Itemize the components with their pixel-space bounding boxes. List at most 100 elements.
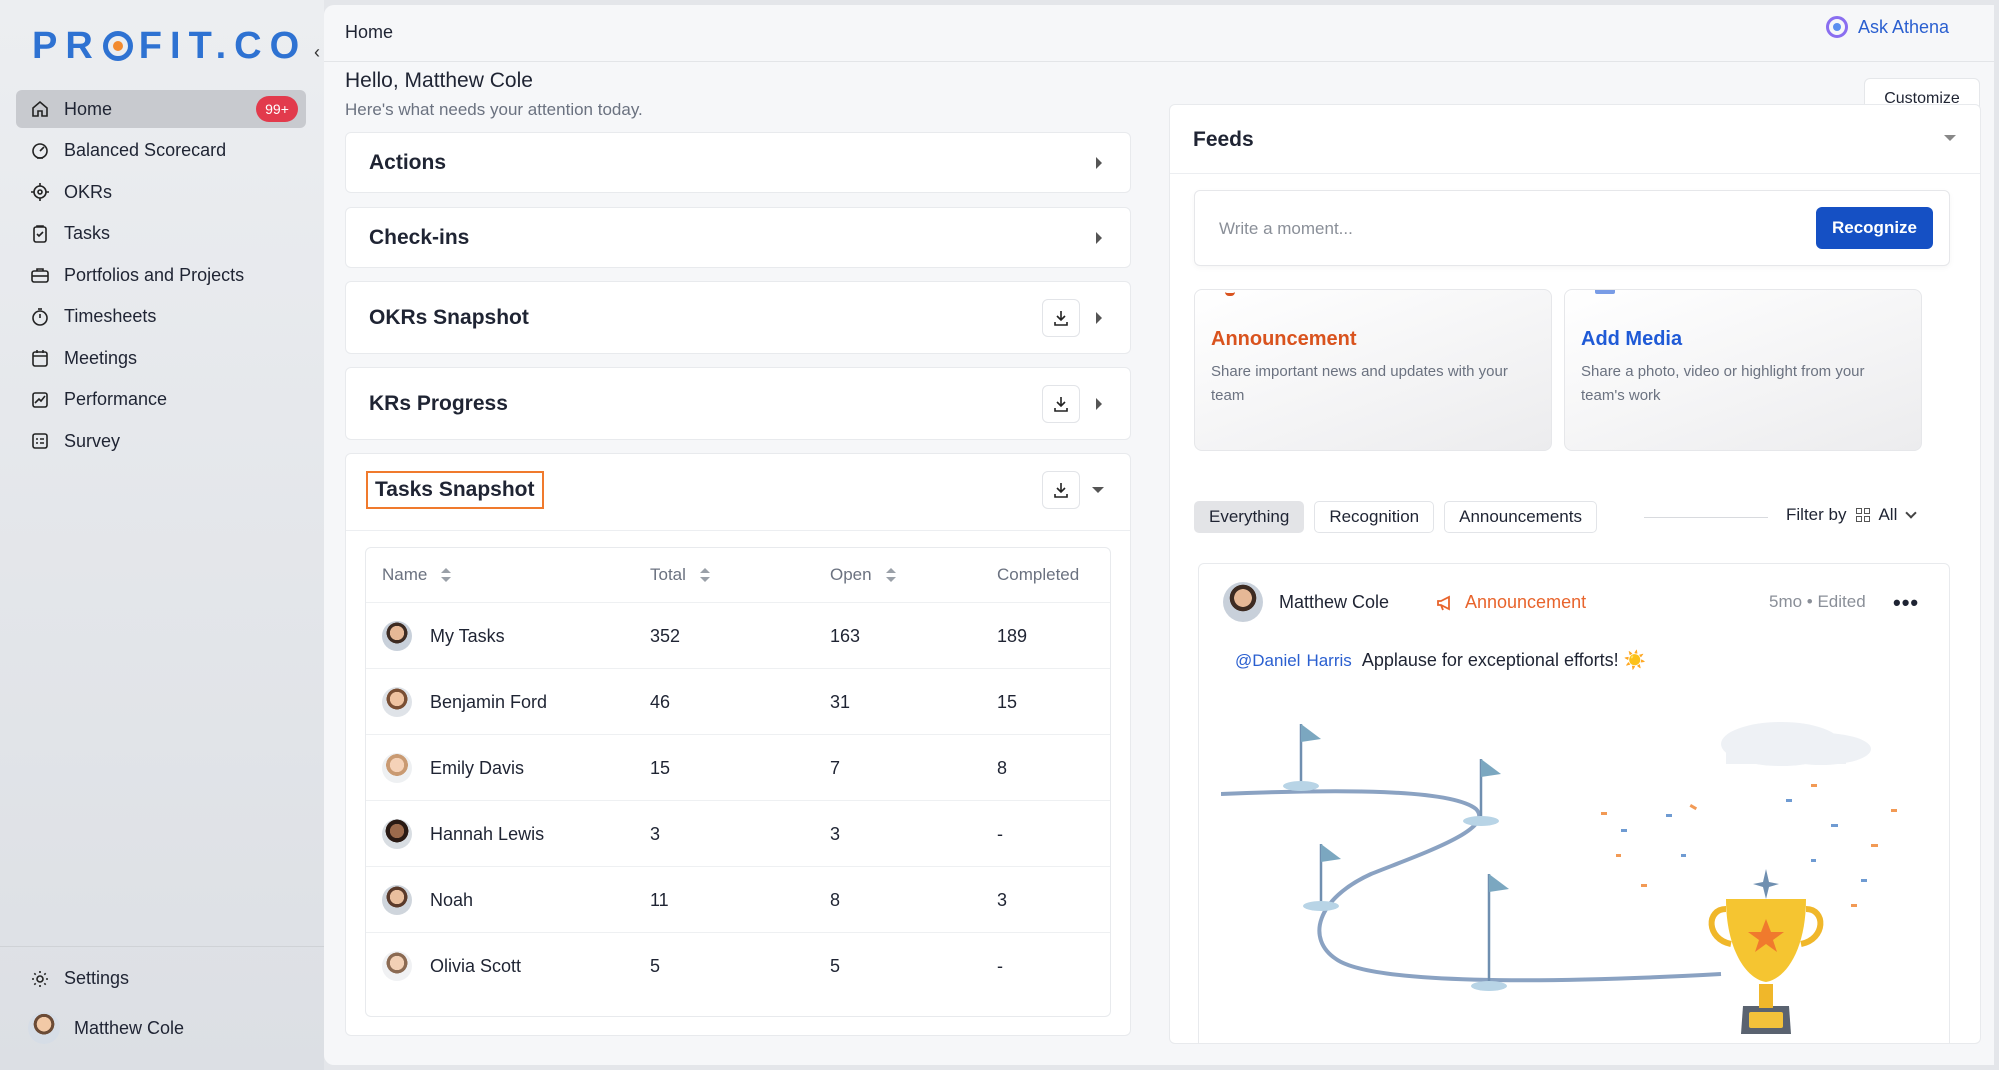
sidebar-item-home[interactable]: Home 99+ [16,90,306,128]
expand-caret-icon[interactable] [1096,398,1102,410]
expand-caret-icon[interactable] [1096,157,1102,169]
settings-link[interactable]: Settings [30,968,129,989]
row-completed: 3 [997,889,1008,910]
sidebar-item-okrs[interactable]: OKRs [16,173,306,211]
krs-progress-card[interactable]: KRs Progress [345,367,1131,440]
okrs-snapshot-card[interactable]: OKRs Snapshot [345,281,1131,354]
notification-badge: 99+ [256,96,298,122]
logo-text-right: FIT.CO [138,24,308,67]
card-divider [346,530,1130,531]
filter-label: Filter by [1786,505,1847,524]
sort-icon[interactable] [699,568,710,582]
ask-athena-button[interactable]: Ask Athena [1826,16,1949,38]
breadcrumb[interactable]: Home [345,22,393,43]
actions-title: Actions [369,151,447,174]
sidebar-item-portfolios[interactable]: Portfolios and Projects [16,256,306,294]
mention-link[interactable]: Harris [1306,651,1351,670]
column-label: Completed [997,565,1080,584]
tasks-snapshot-card: Tasks Snapshot Name Total Open Completed… [345,453,1131,1036]
add-media-card-title: Add Media [1581,328,1683,350]
add-media-card-desc: Share a photo, video or highlight from y… [1581,363,1865,404]
avatar [28,1012,60,1044]
column-header-name[interactable]: Name [382,548,452,602]
download-button[interactable] [1042,299,1080,337]
actions-card[interactable]: Actions [345,132,1131,193]
row-name: Olivia Scott [430,955,522,976]
okrs-snapshot-title: OKRs Snapshot [369,306,529,329]
checkins-card[interactable]: Check-ins [345,207,1131,268]
clipboard-icon [30,224,50,244]
sidebar-item-balanced-scorecard[interactable]: Balanced Scorecard [16,132,306,170]
tab-everything[interactable]: Everything [1194,501,1305,533]
checklist-icon [30,431,50,451]
column-header-open[interactable]: Open [830,548,896,602]
expand-caret-icon[interactable] [1096,312,1102,324]
row-open: 5 [830,955,841,976]
post-author[interactable]: Matthew Cole [1279,592,1389,613]
logo-text-left: PR [32,24,101,67]
profitco-logo[interactable]: PR FIT.CO [32,24,308,67]
row-total: 46 [650,691,671,712]
sort-icon[interactable] [885,568,896,582]
add-media-card[interactable]: Add Media Share a photo, video or highli… [1564,289,1922,451]
column-header-completed: Completed [997,548,1079,602]
megaphone-icon [1225,290,1235,296]
row-name: Hannah Lewis [430,823,545,844]
row-open: 163 [830,625,861,646]
column-header-total[interactable]: Total [650,548,710,602]
scorecard-icon [30,141,50,161]
row-total: 11 [650,889,669,910]
download-icon [1054,311,1068,326]
recognize-button[interactable]: Recognize [1816,207,1933,249]
download-button[interactable] [1042,471,1080,509]
row-open: 7 [830,757,841,778]
avatar[interactable] [1223,582,1263,622]
sidebar-nav: Home 99+ Balanced Scorecard OKRs Tasks P… [16,90,306,464]
row-name: Emily Davis [430,757,525,778]
collapse-caret-icon[interactable] [1944,135,1956,141]
sidebar-item-survey[interactable]: Survey [16,422,306,460]
athena-icon [1826,16,1848,38]
post-timestamp: 5mo • Edited [1769,592,1866,611]
user-profile[interactable]: Matthew Cole [28,1012,184,1044]
sidebar-item-label: Home [64,98,113,119]
announcement-card[interactable]: Announcement Share important news and up… [1194,289,1552,451]
table-row[interactable]: My Tasks 352 163 189 [366,602,1110,668]
mention-link[interactable]: @Daniel [1235,651,1300,670]
table-row[interactable]: Noah 11 8 3 [366,866,1110,932]
stopwatch-icon [30,307,50,327]
gear-icon [30,969,50,989]
sidebar-item-label: Survey [64,430,121,451]
download-icon [1054,483,1068,498]
filter-dropdown[interactable]: Filter by All [1786,505,1918,525]
sidebar-item-meetings[interactable]: Meetings [16,339,306,377]
collapse-sidebar-icon[interactable]: ‹ [314,42,320,63]
sidebar-item-timesheets[interactable]: Timesheets [16,298,306,336]
more-options-icon[interactable]: ••• [1893,590,1919,616]
sidebar-item-label: Performance [64,389,168,409]
expand-caret-icon[interactable] [1096,232,1102,244]
sidebar-item-label: Portfolios and Projects [64,264,245,285]
sidebar-item-performance[interactable]: Performance [16,381,306,419]
row-name: Noah [430,889,474,910]
write-moment-input[interactable] [1195,191,1785,267]
post-text: @Daniel Harris Applause for exceptional e… [1235,650,1646,671]
table-row[interactable]: Benjamin Ford 46 31 15 [366,668,1110,734]
table-row[interactable]: Hannah Lewis 3 3 - [366,800,1110,866]
top-bar: Home Ask Athena [324,5,1994,62]
table-row[interactable]: Emily Davis 15 7 8 [366,734,1110,800]
tab-recognition[interactable]: Recognition [1314,501,1435,533]
feeds-divider [1170,173,1980,174]
download-button[interactable] [1042,385,1080,423]
row-open: 3 [830,823,841,844]
settings-label: Settings [64,968,130,988]
tab-announcements[interactable]: Announcements [1444,501,1597,533]
sort-icon[interactable] [441,568,452,582]
tasks-snapshot-title[interactable]: Tasks Snapshot [366,471,544,509]
table-row[interactable]: Olivia Scott 5 5 - [366,932,1110,998]
collapse-caret-icon[interactable] [1092,487,1104,493]
avatar [382,687,412,717]
sidebar-item-label: Tasks [64,223,111,243]
sidebar-item-tasks[interactable]: Tasks [16,215,306,253]
page-subtitle: Here's what needs your attention today. [345,100,643,119]
